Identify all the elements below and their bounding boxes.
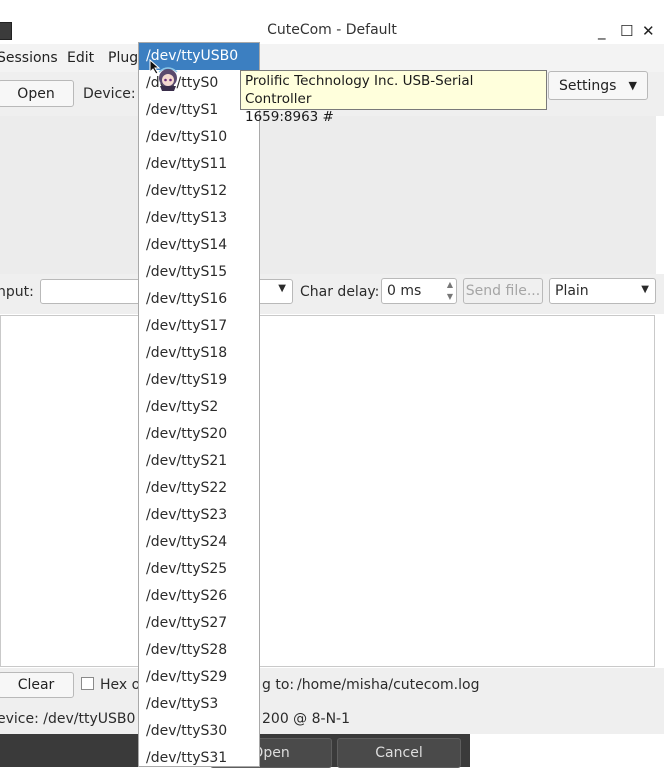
device-option[interactable]: /dev/ttyS27	[139, 610, 259, 637]
device-tooltip: Prolific Technology Inc. USB-Serial Cont…	[240, 70, 547, 125]
device-option[interactable]: /dev/ttyS31	[139, 745, 259, 766]
device-option[interactable]: /dev/ttyS23	[139, 502, 259, 529]
mouse-cursor-icon	[149, 58, 178, 91]
device-option[interactable]: /dev/ttyS3	[139, 691, 259, 718]
menu-edit[interactable]: Edit	[67, 50, 94, 66]
device-option[interactable]: /dev/ttyS30	[139, 718, 259, 745]
device-option[interactable]: /dev/ttyS29	[139, 664, 259, 691]
chevron-down-icon: ▼	[641, 284, 649, 295]
maximize-icon[interactable]: ☐	[620, 22, 633, 40]
menu-bar	[0, 44, 664, 72]
tooltip-line-2: 1659:8963 #	[245, 109, 334, 125]
device-option[interactable]: /dev/ttyS26	[139, 583, 259, 610]
log-area[interactable]	[0, 315, 655, 667]
window-title: CuteCom - Default	[267, 22, 397, 38]
device-option[interactable]: /dev/ttyS16	[139, 286, 259, 313]
mode-select[interactable]: Plain ▼	[549, 278, 656, 304]
device-option[interactable]: /dev/ttyS14	[139, 232, 259, 259]
log-to-label: g to:	[262, 677, 295, 693]
device-option[interactable]: /dev/ttyS28	[139, 637, 259, 664]
device-option[interactable]: /dev/ttyS20	[139, 421, 259, 448]
device-option[interactable]: /dev/ttyS12	[139, 178, 259, 205]
device-option[interactable]: /dev/ttyS25	[139, 556, 259, 583]
open-button[interactable]: Open	[0, 80, 74, 107]
close-icon[interactable]: ✕	[642, 22, 655, 40]
device-label: Device:	[83, 86, 136, 102]
chevron-down-icon: ▼	[278, 283, 286, 294]
status-device: evice: /dev/ttyUSB0	[0, 711, 136, 727]
spin-down-icon[interactable]: ▼	[447, 292, 453, 301]
mode-value: Plain	[555, 283, 589, 299]
status-settings: 200 @ 8-N-1	[262, 711, 351, 727]
device-option[interactable]: /dev/ttyS13	[139, 205, 259, 232]
tooltip-line-1: Prolific Technology Inc. USB-Serial Cont…	[245, 73, 474, 107]
settings-button[interactable]: Settings ▼	[548, 71, 648, 100]
menu-plugins[interactable]: Plug	[108, 50, 138, 66]
minimize-icon[interactable]: _	[598, 22, 606, 40]
hex-checkbox[interactable]	[81, 677, 94, 690]
device-option[interactable]: /dev/ttyS17	[139, 313, 259, 340]
device-option[interactable]: /dev/ttyS15	[139, 259, 259, 286]
clear-button[interactable]: Clear	[0, 672, 74, 698]
log-path[interactable]: /home/misha/cutecom.log	[297, 677, 479, 693]
send-file-button[interactable]: Send file...	[463, 278, 543, 304]
device-option[interactable]: /dev/ttyS19	[139, 367, 259, 394]
char-delay-spinbox[interactable]: 0 ms ▲ ▼	[381, 278, 457, 304]
spin-up-icon[interactable]: ▲	[447, 280, 453, 289]
device-option[interactable]: /dev/ttyS18	[139, 340, 259, 367]
device-dropdown-list[interactable]: /dev/ttyUSB0/dev/ttyS0/dev/ttyS1/dev/tty…	[138, 42, 260, 767]
device-option[interactable]: /dev/ttyS2	[139, 394, 259, 421]
output-area[interactable]	[0, 116, 656, 275]
device-option[interactable]: /dev/ttyS22	[139, 475, 259, 502]
device-option[interactable]: /dev/ttyS10	[139, 124, 259, 151]
menu-sessions[interactable]: Sessions	[0, 50, 58, 66]
device-option[interactable]: /dev/ttyS21	[139, 448, 259, 475]
triangle-down-icon: ▼	[628, 79, 637, 92]
input-label: nput:	[0, 284, 34, 300]
hex-output-label: Hex o	[100, 677, 141, 693]
device-option[interactable]: /dev/ttyS11	[139, 151, 259, 178]
char-delay-label: Char delay:	[300, 284, 380, 300]
settings-label: Settings	[559, 77, 617, 94]
device-option[interactable]: /dev/ttyS24	[139, 529, 259, 556]
char-delay-value: 0 ms	[387, 283, 422, 299]
dialog-cancel-button[interactable]: Cancel	[337, 738, 461, 768]
